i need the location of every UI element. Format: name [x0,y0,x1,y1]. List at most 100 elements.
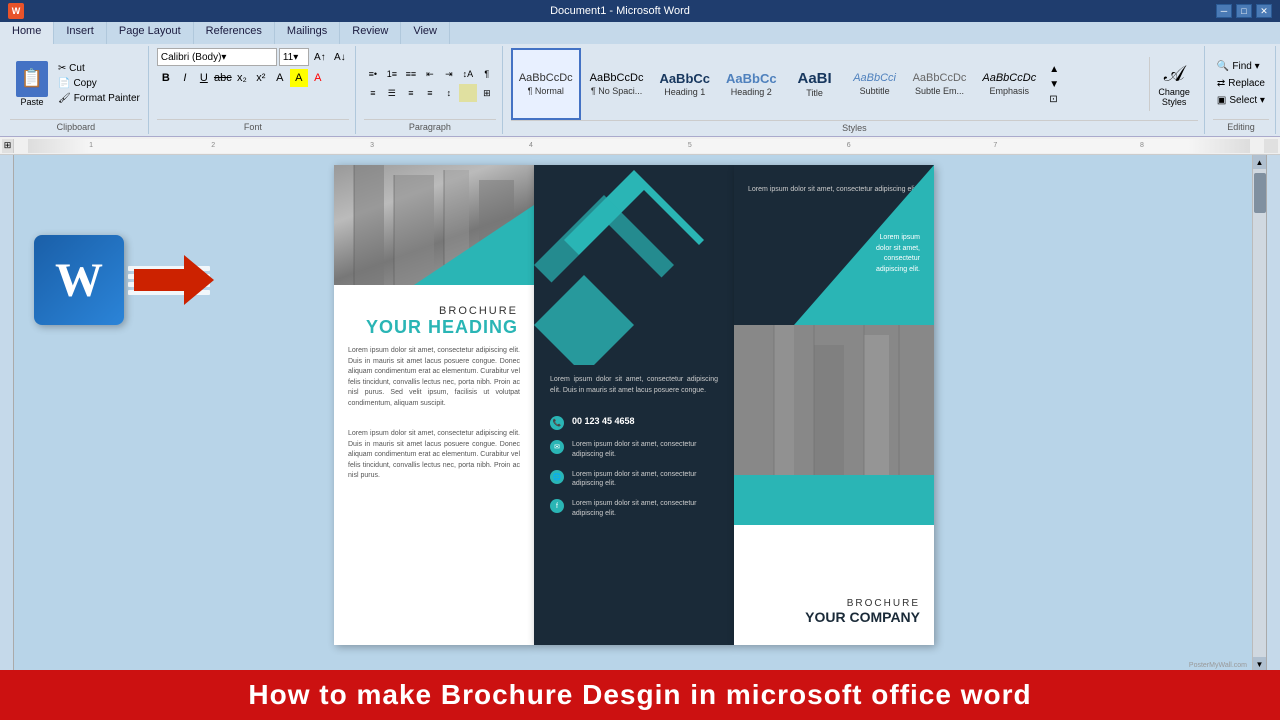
format-painter-button[interactable]: 🖌Format Painter [56,92,142,105]
style-normal[interactable]: AaBbCcDc ¶ Normal [511,48,581,120]
ruler-corner[interactable]: ⊞ [2,139,14,153]
brochure-page-2: Lorem ipsum dolor sit amet, consectetur … [534,165,734,645]
styles-expand[interactable]: ⊡ [1049,94,1059,105]
numbering-button[interactable]: 1≡ [383,65,401,83]
find-button[interactable]: 🔍 Find ▾ [1213,59,1269,74]
show-hide-button[interactable]: ¶ [478,65,496,83]
highlight-button[interactable]: A [290,69,308,87]
style-no-spacing[interactable]: AaBbCcDc ¶ No Spaci... [583,48,651,120]
bullets-button[interactable]: ≡• [364,65,382,83]
align-left-button[interactable]: ≡ [364,84,382,102]
strikethrough-button[interactable]: abc [214,69,232,87]
font-format-row: B I U abc x₂ x² A A A [157,69,327,87]
multilevel-button[interactable]: ≡≡ [402,65,420,83]
minimize-button[interactable]: ─ [1216,4,1232,18]
styles-group: AaBbCcDc ¶ Normal AaBbCcDc ¶ No Spaci...… [505,46,1205,134]
tab-insert[interactable]: Insert [54,22,107,44]
style-subtitle-preview: AaBbCci [853,73,896,84]
style-subtle-em[interactable]: AaBbCcDc Subtle Em... [906,48,974,120]
tab-references[interactable]: References [194,22,275,44]
brochure-page-1: BROCHURE YOUR HEADING Lorem ipsum dolor … [334,165,534,645]
line-spacing-button[interactable]: ↕ [440,84,458,102]
tab-view[interactable]: View [401,22,450,44]
editing-buttons: 🔍 Find ▾ ⇄ Replace ▣ Select ▾ [1213,59,1269,108]
superscript-button[interactable]: x² [252,69,270,87]
change-styles-button[interactable]: 𝒜 Change Styles [1149,57,1198,111]
web-text: Lorem ipsum dolor sit amet, consectetur … [572,470,718,490]
shading-button[interactable] [459,84,477,102]
list-row: ≡• 1≡ ≡≡ ⇤ ⇥ ↕A ¶ [364,65,496,83]
copy-button[interactable]: 📄Copy [56,77,142,90]
contact-email-item: ✉ Lorem ipsum dolor sit amet, consectetu… [550,440,718,460]
email-text: Lorem ipsum dolor sit amet, consectetur … [572,440,718,460]
tab-page-layout[interactable]: Page Layout [107,22,194,44]
style-heading2-preview: AaBbCc [726,72,777,85]
close-button[interactable]: ✕ [1256,4,1272,18]
editing-label: Editing [1213,119,1269,132]
style-heading2[interactable]: AaBbCc Heading 2 [719,48,784,120]
style-emphasis[interactable]: AaBbCcDc Emphasis [975,48,1043,120]
page2-mid-text: Lorem ipsum dolor sit amet, consectetur … [534,365,734,406]
change-styles-label: Change Styles [1158,87,1190,107]
align-right-button[interactable]: ≡ [402,84,420,102]
select-button[interactable]: ▣ Select ▾ [1213,93,1269,108]
font-size-selector[interactable]: 11▾ [279,48,309,66]
tab-review[interactable]: Review [340,22,401,44]
decrease-indent-button[interactable]: ⇤ [421,65,439,83]
font-content: Calibri (Body)▾ 11▾ A↑ A↓ B I U abc x₂ x… [157,48,349,119]
word-icon: W [8,3,24,19]
styles-scroll-up[interactable]: ▲ [1049,64,1059,75]
replace-button[interactable]: ⇄ Replace [1213,76,1269,91]
ribbon: 📋 Paste ✂ Cut 📄Copy 🖌Format Painter Clip… [0,44,1280,137]
style-subtitle-label: Subtitle [860,86,890,96]
scroll-up-button[interactable]: ▲ [1253,155,1267,169]
style-title[interactable]: AaBI Title [786,48,844,120]
social-icon: f [550,499,564,513]
vertical-scrollbar[interactable]: ▲ ▼ [1252,155,1266,671]
paste-icon: 📋 [16,61,48,97]
shrink-font-button[interactable]: A↓ [331,48,349,66]
subscript-button[interactable]: x₂ [233,69,251,87]
align-center-button[interactable]: ☰ [383,84,401,102]
restore-button[interactable]: □ [1236,4,1252,18]
document-area[interactable]: W [14,155,1252,671]
underline-button[interactable]: U [195,69,213,87]
increase-indent-button[interactable]: ⇥ [440,65,458,83]
font-color-button[interactable]: A [309,69,327,87]
change-styles-icon: 𝒜 [1164,61,1185,87]
borders-button[interactable]: ⊞ [478,84,496,102]
grow-font-button[interactable]: A↑ [311,48,329,66]
tab-mailings[interactable]: Mailings [275,22,340,44]
right-panel [1266,155,1280,671]
style-heading1[interactable]: AaBbCc Heading 1 [652,48,717,120]
scroll-thumb[interactable] [1254,173,1266,213]
sort-button[interactable]: ↕A [459,65,477,83]
style-title-preview: AaBI [798,71,832,86]
ruler-mark-4: 4 [529,142,533,149]
font-family-selector[interactable]: Calibri (Body)▾ [157,48,277,66]
ribbon-tabs: Home Insert Page Layout References Maili… [0,22,1280,44]
paragraph-label: Paragraph [364,119,496,132]
social-text: Lorem ipsum dolor sit amet, consectetur … [572,499,718,519]
style-subtitle[interactable]: AaBbCci Subtitle [846,48,904,120]
page3-top-dark: Lorem ipsum dolor sit amet, consectetur … [734,165,934,325]
tab-home[interactable]: Home [0,22,54,44]
ruler-strip: 1 2 3 4 5 6 7 8 [28,139,1250,153]
styles-scroll-down[interactable]: ▼ [1049,79,1059,90]
scroll-down-button[interactable]: ▼ [1253,657,1267,671]
page3-teal-overlay [734,475,934,525]
bold-button[interactable]: B [157,69,175,87]
style-normal-preview: AaBbCcDc [519,73,573,84]
justify-button[interactable]: ≡ [421,84,439,102]
bottom-banner-text: How to make Brochure Desgin in microsoft… [248,679,1031,711]
align-row: ≡ ☰ ≡ ≡ ↕ ⊞ [364,84,496,102]
style-title-label: Title [806,88,823,98]
title-bar-title: Document1 - Microsoft Word [44,5,1196,17]
cut-button[interactable]: ✂ Cut [56,62,142,75]
italic-button[interactable]: I [176,69,194,87]
style-heading2-label: Heading 2 [731,87,772,97]
page1-teal-triangle [414,205,534,285]
web-icon: 🌐 [550,470,564,484]
text-effects-button[interactable]: A [271,69,289,87]
paste-button[interactable]: 📋 Paste [10,59,54,109]
